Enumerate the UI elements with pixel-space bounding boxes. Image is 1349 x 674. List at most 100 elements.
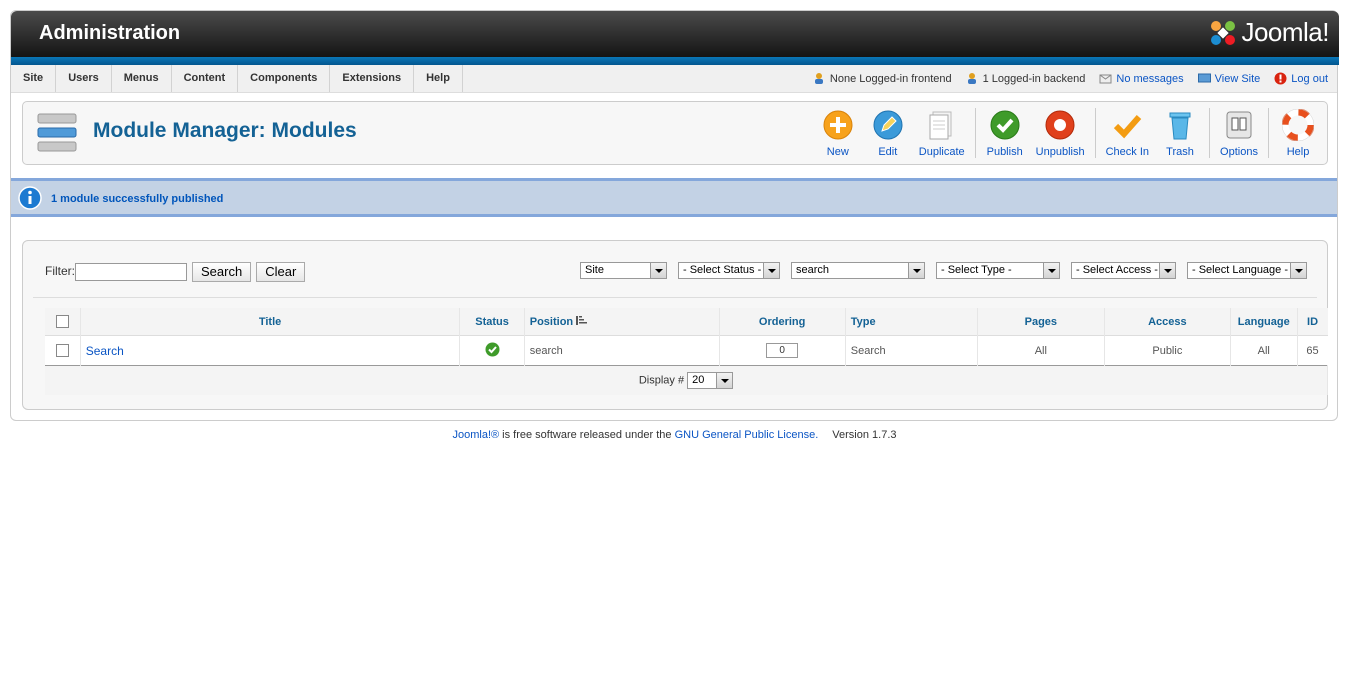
column-type[interactable]: Type [845,308,978,336]
footer-text: is free software released under the [499,429,675,441]
menu-users[interactable]: Users [56,65,112,92]
frontend-users-status: None Logged-in frontend [813,72,952,85]
message-text: 1 module successfully published [51,193,224,205]
status-select[interactable]: - Select Status - [678,262,780,279]
options-button[interactable]: Options [1214,106,1264,160]
edit-button[interactable]: Edit [863,106,913,160]
menu-site[interactable]: Site [11,65,57,92]
chevron-down-icon [716,373,733,388]
column-ordering[interactable]: Ordering [719,308,846,336]
row-id-cell: 65 [1297,335,1328,366]
table-row: Search search 0 Search All Public All 65 [45,335,1328,366]
users-icon [814,73,823,84]
row-checkbox[interactable] [55,344,69,357]
chevron-down-icon [908,263,924,278]
row-language-cell: All [1230,335,1298,366]
logo-text: Joomla! [1241,17,1329,47]
row-pages-cell: All [977,335,1105,366]
table-header-row: Title Status Position Ordering Type Page… [45,308,1328,336]
row-title-cell: Search [80,335,461,366]
toolbar-divider [1094,108,1096,158]
stop-circle-icon [1045,110,1075,140]
chevron-down-icon [763,263,779,278]
copy-icon [929,111,952,140]
position-select[interactable]: search [791,262,925,279]
toolbar-buttons: New Edit Duplicate Publish Unpublish Che… [813,106,1323,160]
display-label: Display # [638,374,685,387]
chevron-down-icon [1290,263,1306,278]
license-link[interactable]: GNU General Public License. [675,429,819,441]
checkmark-icon [1114,115,1142,139]
chevron-down-icon [650,263,666,278]
sort-icon [576,315,588,325]
divider [33,297,1317,298]
column-status[interactable]: Status [459,308,525,336]
published-check-icon[interactable] [485,342,500,357]
toolbar-divider [1268,108,1269,158]
info-icon [18,186,42,210]
row-select-cell [45,335,81,366]
toolbar-box: Module Manager: Modules New Edit Duplica… [22,101,1328,165]
view-site-link[interactable]: View Site [1197,72,1260,85]
language-select[interactable]: - Select Language - [1187,262,1307,279]
toolbar-divider [974,108,976,158]
version-text: Version 1.7.3 [832,429,897,441]
trash-button[interactable]: Trash [1155,106,1205,160]
menu-help[interactable]: Help [414,65,463,92]
help-button[interactable]: Help [1273,106,1323,160]
column-position[interactable]: Position [524,308,720,336]
row-access-cell: Public [1104,335,1231,366]
menu-extensions[interactable]: Extensions [330,65,415,92]
messages-link[interactable]: No messages [1099,72,1184,85]
client-select[interactable]: Site [580,262,667,279]
pagination-cell: Display # 20 [45,365,1328,395]
clear-button[interactable]: Clear [256,262,306,282]
publish-button[interactable]: Publish [980,106,1030,160]
type-select[interactable]: - Select Type - [936,262,1060,279]
filter-search-input[interactable] [75,263,187,281]
row-type-cell: Search [845,335,978,366]
display-limit-select[interactable]: 20 [687,372,734,389]
filter-bar: Filter: Search Clear [45,262,306,282]
access-select[interactable]: - Select Access - [1071,262,1176,279]
menu-content[interactable]: Content [172,65,239,92]
checkin-button[interactable]: Check In [1100,106,1155,160]
table-footer-row: Display # 20 [45,365,1328,395]
trash-icon [1169,112,1191,140]
module-list-panel: Filter: Search Clear Site - Select Statu… [22,240,1328,410]
select-all-cell [45,308,81,336]
admin-page: Administration Joomla! Site Users Menus … [10,10,1339,421]
lifebuoy-icon [1282,109,1314,141]
modules-table: Title Status Position Ordering Type Page… [45,308,1328,395]
menu-menus[interactable]: Menus [112,65,172,92]
column-id[interactable]: ID [1297,308,1328,336]
new-button[interactable]: New [813,106,863,160]
duplicate-button[interactable]: Duplicate [913,106,971,160]
joomla-link[interactable]: Joomla!® [452,429,499,441]
message-icon [1099,74,1112,84]
column-pages[interactable]: Pages [977,308,1105,336]
monitor-icon [1197,73,1211,83]
menu-bar: Site Users Menus Content Components Exte… [11,65,1337,93]
column-access[interactable]: Access [1104,308,1231,336]
select-all-checkbox[interactable] [55,315,69,328]
search-button[interactable]: Search [192,262,252,282]
filter-selects: Site - Select Status - search - Select T… [580,262,1307,279]
column-language[interactable]: Language [1230,308,1298,336]
logout-link[interactable]: Log out [1274,72,1328,85]
column-title[interactable]: Title [80,308,461,336]
unpublish-button[interactable]: Unpublish [1030,106,1091,160]
pencil-icon [873,110,903,140]
status-area: None Logged-in frontend 1 Logged-in back… [813,65,1328,92]
ordering-input[interactable]: 0 [766,343,799,358]
main-menu: Site Users Menus Content Components Exte… [11,65,463,92]
check-circle-icon [990,110,1020,140]
system-message: 1 module successfully published [11,178,1337,217]
options-icon [1226,111,1252,139]
page-footer: Joomla!® is free software released under… [0,429,1349,441]
page-title: Module Manager: Modules [93,119,357,142]
module-title-link[interactable]: Search [86,344,124,358]
users-icon [967,73,976,84]
menu-components[interactable]: Components [238,65,331,92]
joomla-logo-icon [1211,20,1236,45]
